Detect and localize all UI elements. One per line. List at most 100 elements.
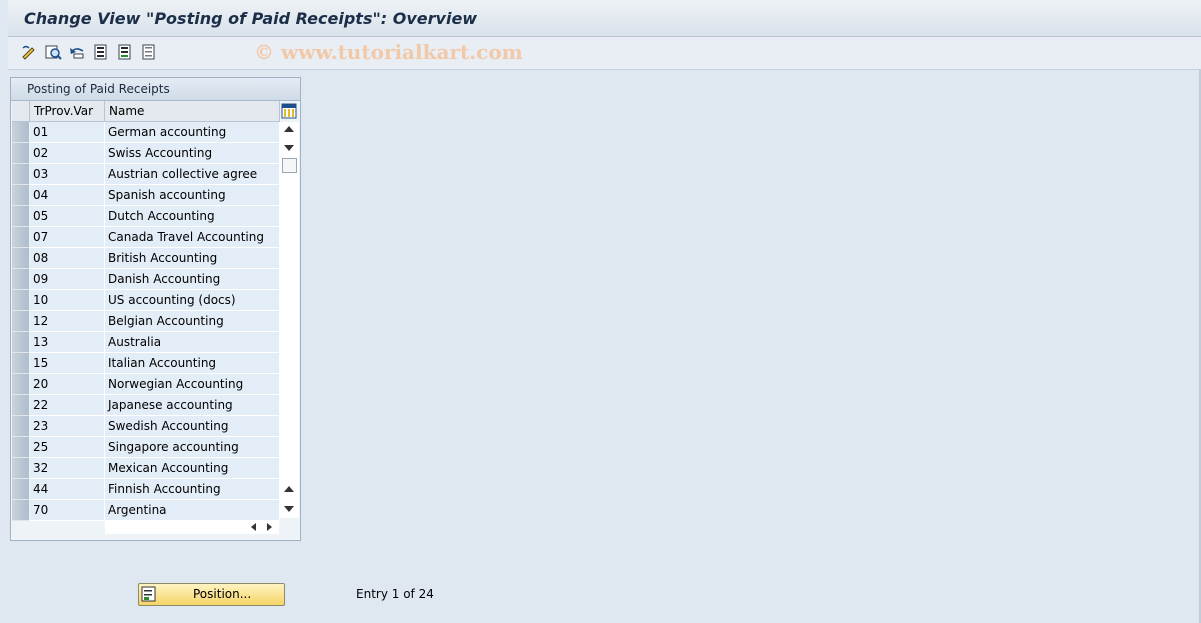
cell-name[interactable]: Argentina [105,500,280,521]
cell-name[interactable]: British Accounting [105,248,280,269]
cell-trprov-var[interactable]: 09 [30,269,105,290]
cell-text: 70 [33,503,49,517]
row-selector-button[interactable] [12,395,29,416]
row-selector-button[interactable] [12,143,29,164]
table-settings-icon[interactable] [281,103,297,119]
scroll-right-arrow-icon[interactable] [267,523,272,531]
table-row[interactable]: 12 Belgian Accounting [12,311,280,332]
column-header-trprov-var[interactable]: TrProv.Var [30,101,105,122]
row-selector-button[interactable] [12,353,29,374]
table-row[interactable]: 05 Dutch Accounting [12,206,280,227]
cell-trprov-var[interactable]: 13 [30,332,105,353]
column-header-name[interactable]: Name [105,101,280,122]
deselect-all-icon[interactable] [140,43,158,61]
scroll-thumb[interactable] [282,158,297,173]
cell-text: 25 [33,440,49,454]
table-row[interactable]: 20 Norwegian Accounting [12,374,280,395]
cell-trprov-var[interactable]: 02 [30,143,105,164]
row-selector-button[interactable] [12,248,29,269]
row-selector-button[interactable] [12,227,29,248]
row-selector-button[interactable] [12,290,29,311]
row-selector-button[interactable] [12,458,29,479]
cell-name[interactable]: Australia [105,332,280,353]
cell-trprov-var[interactable]: 44 [30,479,105,500]
cell-text: 23 [33,419,49,433]
cell-trprov-var[interactable]: 25 [30,437,105,458]
cell-name[interactable]: US accounting (docs) [105,290,280,311]
table-row[interactable]: 23 Swedish Accounting [12,416,280,437]
cell-trprov-var[interactable]: 01 [30,122,105,143]
row-selector-button[interactable] [12,164,29,185]
scroll-up-arrow-icon[interactable] [284,126,294,132]
cell-trprov-var[interactable]: 08 [30,248,105,269]
cell-name[interactable]: Spanish accounting [105,185,280,206]
cell-trprov-var[interactable]: 15 [30,353,105,374]
scroll-page-down-arrow-icon[interactable] [284,506,294,512]
cell-text: 07 [33,230,49,244]
table-row[interactable]: 07 Canada Travel Accounting [12,227,280,248]
table-row[interactable]: 44 Finnish Accounting [12,479,280,500]
select-block-icon[interactable] [116,43,134,61]
select-all-icon[interactable] [92,43,110,61]
cell-name[interactable]: Japanese accounting [105,395,280,416]
cell-name[interactable]: Italian Accounting [105,353,280,374]
table-row[interactable]: 32 Mexican Accounting [12,458,280,479]
row-selector-button[interactable] [12,269,29,290]
cell-trprov-var[interactable]: 04 [30,185,105,206]
row-selector-button[interactable] [12,374,29,395]
cell-trprov-var[interactable]: 23 [30,416,105,437]
table-row[interactable]: 22 Japanese accounting [12,395,280,416]
table-horizontal-scrollbar[interactable] [105,520,279,534]
cell-trprov-var[interactable]: 70 [30,500,105,521]
table-row[interactable]: 09 Danish Accounting [12,269,280,290]
table-row[interactable]: 70 Argentina [12,500,280,521]
row-selector-button[interactable] [12,206,29,227]
row-selector-button[interactable] [12,437,29,458]
change-display-icon[interactable] [20,43,38,61]
table-row[interactable]: 08 British Accounting [12,248,280,269]
position-button[interactable]: Position... [138,583,285,606]
cell-name[interactable]: Finnish Accounting [105,479,280,500]
cell-trprov-var[interactable]: 20 [30,374,105,395]
cell-name[interactable]: Dutch Accounting [105,206,280,227]
table-row[interactable]: 04 Spanish accounting [12,185,280,206]
select-all-rows-button[interactable] [12,101,30,122]
cell-name[interactable]: German accounting [105,122,280,143]
details-icon[interactable] [44,43,62,61]
cell-name[interactable]: Austrian collective agree [105,164,280,185]
cell-trprov-var[interactable]: 07 [30,227,105,248]
cell-trprov-var[interactable]: 10 [30,290,105,311]
table-row[interactable]: 25 Singapore accounting [12,437,280,458]
table-row[interactable]: 02 Swiss Accounting [12,143,280,164]
cell-name[interactable]: Canada Travel Accounting [105,227,280,248]
cell-trprov-var[interactable]: 12 [30,311,105,332]
cell-name[interactable]: Norwegian Accounting [105,374,280,395]
cell-name[interactable]: Swedish Accounting [105,416,280,437]
cell-trprov-var[interactable]: 32 [30,458,105,479]
scroll-down-arrow-icon[interactable] [284,145,294,151]
row-selector-button[interactable] [12,311,29,332]
row-selector-button[interactable] [12,500,29,521]
row-selector-button[interactable] [12,332,29,353]
row-selector-button[interactable] [12,416,29,437]
table-row[interactable]: 01 German accounting [12,122,280,143]
cell-trprov-var[interactable]: 22 [30,395,105,416]
table-row[interactable]: 03 Austrian collective agree [12,164,280,185]
row-selector-button[interactable] [12,122,29,143]
table-row[interactable]: 15 Italian Accounting [12,353,280,374]
table-row[interactable]: 10 US accounting (docs) [12,290,280,311]
table-row[interactable]: 13 Australia [12,332,280,353]
cell-trprov-var[interactable]: 05 [30,206,105,227]
undo-icon[interactable] [68,43,86,61]
cell-trprov-var[interactable]: 03 [30,164,105,185]
scroll-left-arrow-icon[interactable] [251,523,256,531]
scroll-page-up-arrow-icon[interactable] [284,486,294,492]
cell-name[interactable]: Singapore accounting [105,437,280,458]
cell-name[interactable]: Mexican Accounting [105,458,280,479]
cell-name[interactable]: Belgian Accounting [105,311,280,332]
table-vertical-scrollbar[interactable] [280,122,299,518]
cell-name[interactable]: Danish Accounting [105,269,280,290]
cell-name[interactable]: Swiss Accounting [105,143,280,164]
row-selector-button[interactable] [12,479,29,500]
row-selector-button[interactable] [12,185,29,206]
